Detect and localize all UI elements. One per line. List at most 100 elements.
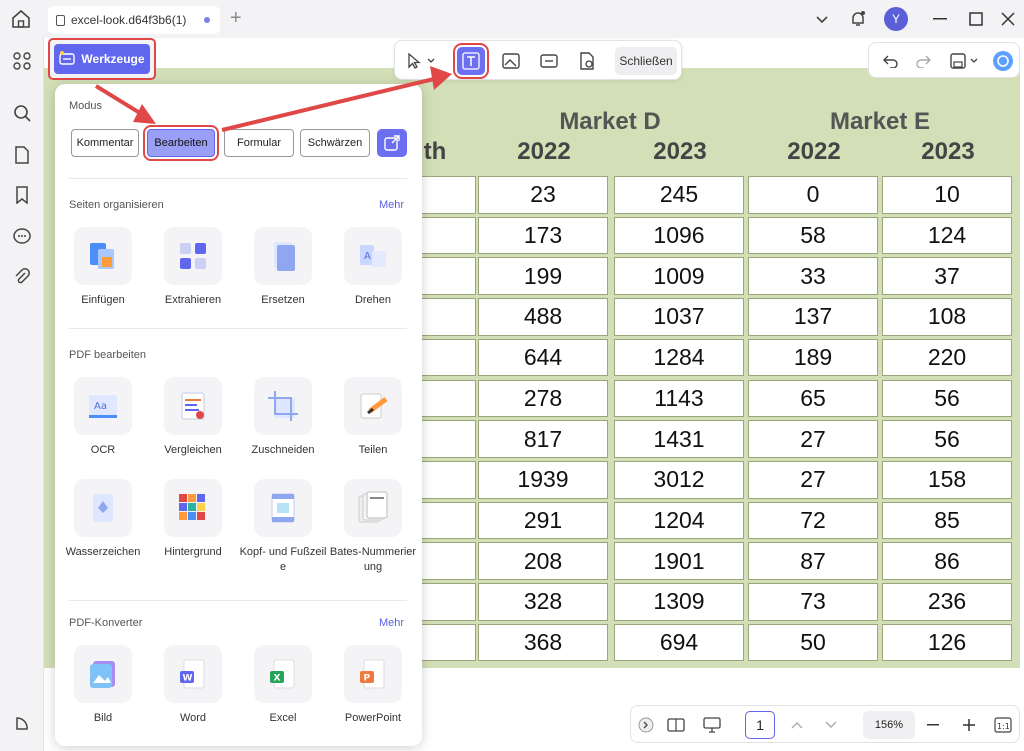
tool-ocr[interactable]: Aa OCR	[58, 377, 148, 458]
toolbox-icon	[59, 50, 76, 68]
apps-grid-icon[interactable]	[11, 50, 33, 72]
replace-pages-icon	[254, 227, 312, 285]
mode-formular-button[interactable]: Formular	[224, 129, 294, 157]
open-external-icon[interactable]	[377, 129, 407, 157]
rotate-pages-icon: A	[344, 227, 402, 285]
close-window-icon[interactable]	[998, 6, 1018, 32]
collapse-chevron-icon[interactable]	[637, 714, 655, 736]
mode-kommentar-button[interactable]: Kommentar	[71, 129, 139, 157]
zoom-in-icon[interactable]	[959, 714, 979, 736]
table-cell: 124	[882, 216, 1012, 255]
chevron-down-icon[interactable]	[812, 6, 832, 32]
table-cell: 137	[748, 298, 878, 336]
tool-wasserzeichen[interactable]: Wasserzeichen	[58, 479, 148, 560]
document-icon	[56, 14, 65, 26]
theme-toggle-icon[interactable]	[11, 712, 33, 734]
table-cell: 1143	[614, 379, 744, 418]
new-tab-plus-icon[interactable]: +	[230, 8, 242, 28]
year-header: 2022	[787, 138, 841, 165]
table-cell: 108	[882, 298, 1012, 336]
table-cell: 50	[748, 623, 878, 662]
add-text-icon[interactable]	[453, 43, 489, 79]
table-cell: 199	[478, 257, 608, 296]
tool-kopf-fusszeile[interactable]: Kopf- und Fußzeile	[238, 479, 328, 575]
add-image-icon[interactable]	[497, 47, 525, 75]
table-cell: 3012	[614, 460, 744, 499]
tool-word[interactable]: W Word	[148, 645, 238, 726]
tools-panel: Modus Kommentar Bearbeiten Formular Schw…	[55, 84, 422, 746]
divider	[69, 600, 407, 601]
tool-hintergrund[interactable]: Hintergrund	[148, 479, 238, 560]
header-footer-icon	[254, 479, 312, 537]
tool-zuschneiden[interactable]: Zuschneiden	[238, 377, 328, 458]
organize-title: Seiten organisieren	[69, 199, 164, 211]
organize-more-link[interactable]: Mehr	[379, 199, 404, 211]
mode-bearbeiten-button[interactable]: Bearbeiten	[143, 125, 219, 161]
svg-text:1:1: 1:1	[997, 722, 1010, 731]
tool-vergleichen[interactable]: Vergleichen	[148, 377, 238, 458]
bookmark-icon[interactable]	[11, 184, 33, 206]
tool-bild[interactable]: Bild	[58, 645, 148, 726]
powerpoint-icon: P	[344, 645, 402, 703]
page-thumbnail-icon[interactable]	[11, 144, 33, 166]
actual-size-icon[interactable]: 1:1	[993, 714, 1013, 736]
mode-schwaerzen-button[interactable]: Schwärzen	[300, 129, 370, 157]
year-header: 2023	[653, 138, 707, 165]
tool-excel[interactable]: X Excel	[238, 645, 328, 726]
minimize-icon[interactable]	[930, 6, 950, 32]
table-cell: 328	[478, 583, 608, 621]
maximize-icon[interactable]	[966, 6, 986, 32]
add-link-icon[interactable]	[535, 47, 563, 75]
previous-page-icon[interactable]	[787, 714, 807, 736]
next-page-icon[interactable]	[821, 714, 841, 736]
presentation-icon[interactable]	[701, 714, 723, 736]
watermark-edit-icon[interactable]	[573, 47, 601, 75]
home-icon[interactable]	[10, 8, 32, 30]
werkzeuge-button-frame: Werkzeuge	[48, 38, 156, 80]
tool-teilen[interactable]: Teilen	[328, 377, 418, 458]
zoom-level[interactable]: 156%	[863, 711, 915, 739]
reading-mode-icon[interactable]	[665, 714, 687, 736]
table-cell: 56	[882, 420, 1012, 458]
table-cell: 58	[748, 216, 878, 255]
table-cell: 817	[478, 420, 608, 458]
tool-extrahieren[interactable]: Extrahieren	[148, 227, 238, 308]
werkzeuge-button[interactable]: Werkzeuge	[54, 44, 150, 74]
redo-icon[interactable]	[909, 47, 937, 75]
table-cell: 1204	[614, 501, 744, 540]
ocr-icon: Aa	[74, 377, 132, 435]
page-number-input[interactable]: 1	[745, 711, 775, 739]
comment-icon[interactable]	[11, 226, 33, 248]
tool-ersetzen[interactable]: Ersetzen	[238, 227, 328, 308]
select-cursor-icon[interactable]	[401, 47, 441, 75]
document-tab[interactable]: excel-look.d64f3b6(1)	[48, 6, 220, 34]
watermark-icon	[74, 479, 132, 537]
table-cell: 1431	[614, 420, 744, 458]
table-cell: 220	[882, 338, 1012, 377]
image-convert-icon	[74, 645, 132, 703]
table-cell: 158	[882, 460, 1012, 499]
svg-text:A: A	[364, 251, 371, 262]
bottom-toolbar: 1 156% 1:1	[630, 705, 1020, 743]
table-cell: 189	[748, 338, 878, 377]
convert-more-link[interactable]: Mehr	[379, 617, 404, 629]
tool-powerpoint[interactable]: P PowerPoint	[328, 645, 418, 726]
table-cell: 694	[614, 623, 744, 662]
user-avatar[interactable]: Y	[884, 7, 908, 31]
undo-icon[interactable]	[877, 47, 905, 75]
attachment-icon[interactable]	[11, 266, 33, 288]
search-icon[interactable]	[11, 102, 33, 124]
zoom-out-icon[interactable]	[923, 714, 943, 736]
table-cell: 208	[478, 542, 608, 580]
tool-einfuegen[interactable]: Einfügen	[58, 227, 148, 308]
tool-bates-nummerierung[interactable]: Bates-Nummerierung	[328, 479, 418, 575]
table-cell: 173	[478, 216, 608, 255]
tool-drehen[interactable]: A Drehen	[328, 227, 418, 308]
ai-assistant-icon[interactable]	[989, 47, 1017, 75]
svg-text:P: P	[364, 674, 371, 684]
close-edit-button[interactable]: Schließen	[615, 47, 677, 75]
table-cell: 1009	[614, 257, 744, 296]
table-cell: 644	[478, 338, 608, 377]
save-icon[interactable]	[947, 47, 983, 75]
bell-icon[interactable]	[848, 6, 868, 32]
